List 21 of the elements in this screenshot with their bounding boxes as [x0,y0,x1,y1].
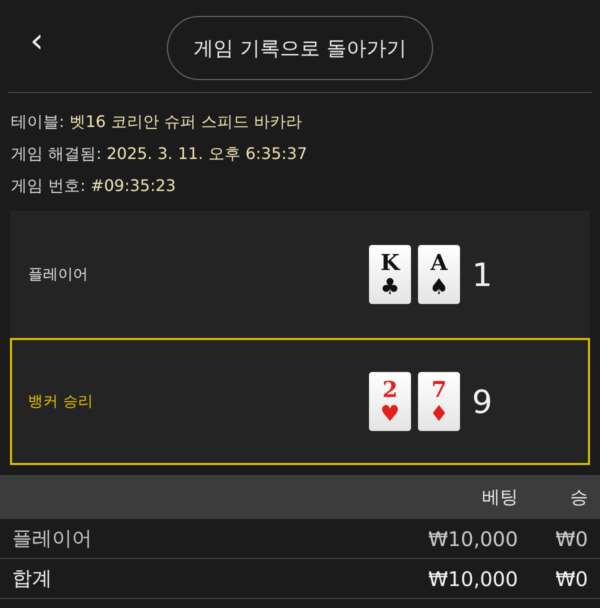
table-cell-text: 합계 [12,565,53,592]
playing-card: 7 ♦ [418,372,460,431]
info-line: 게임 해결됨: 2025. 3. 11. 오후 6:35:37 [11,143,308,165]
info-line: 테이블: 벳16 코리안 슈퍼 스피드 바카라 [11,111,304,133]
table-cell-text: ₩0 [554,566,588,590]
table-cell-text: ₩10,000 [427,566,518,590]
back-icon[interactable]: ‹ [30,26,44,56]
back-to-history-button[interactable]: 게임 기록으로 돌아가기 [166,16,434,80]
playing-card: 2 ♥ [369,372,411,431]
info-line: 게임 번호: #09:35:23 [11,175,177,197]
column-header: 베팅 [481,486,518,509]
column-header: 승 [569,486,588,509]
hand-score: 9 [472,382,494,420]
playing-card: K ♣ [369,245,411,304]
table-cell-text: 플레이어 [12,525,93,552]
hand-score: 1 [472,256,494,294]
hand-label: 플레이어 [28,265,89,284]
hand-label: 뱅커 승리 [28,392,94,411]
table-cell-text: ₩0 [554,526,588,550]
table-cell-text: ₩10,000 [427,526,518,550]
playing-card: A ♠ [418,245,460,304]
